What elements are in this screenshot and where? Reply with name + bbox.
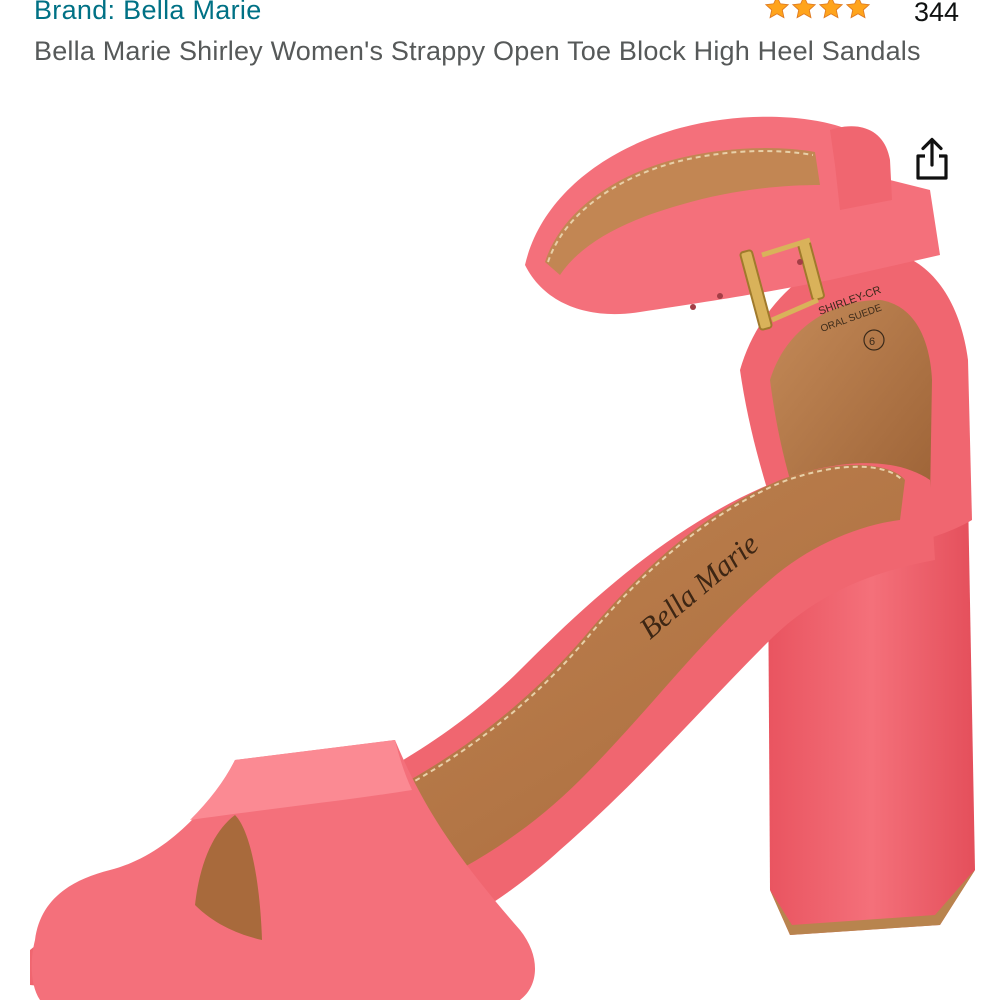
- rating-count[interactable]: 344: [914, 0, 959, 32]
- brand-link[interactable]: Brand: Bella Marie: [34, 0, 262, 30]
- star-icon: [764, 0, 790, 19]
- stars-row[interactable]: [764, 0, 871, 21]
- star-icon: [845, 0, 871, 19]
- product-image[interactable]: SHIRLEY-CR ORAL SUEDE 6 Bella Marie: [0, 110, 1000, 1000]
- star-rating[interactable]: [764, 0, 871, 28]
- star-icon: [818, 0, 844, 19]
- star-icon: [791, 0, 817, 19]
- product-detail-page: Brand: Bella Marie 344 Bella Marie Shirl…: [0, 0, 1000, 1000]
- label-size: 6: [869, 336, 875, 348]
- product-title: Bella Marie Shirley Women's Strappy Open…: [34, 36, 921, 66]
